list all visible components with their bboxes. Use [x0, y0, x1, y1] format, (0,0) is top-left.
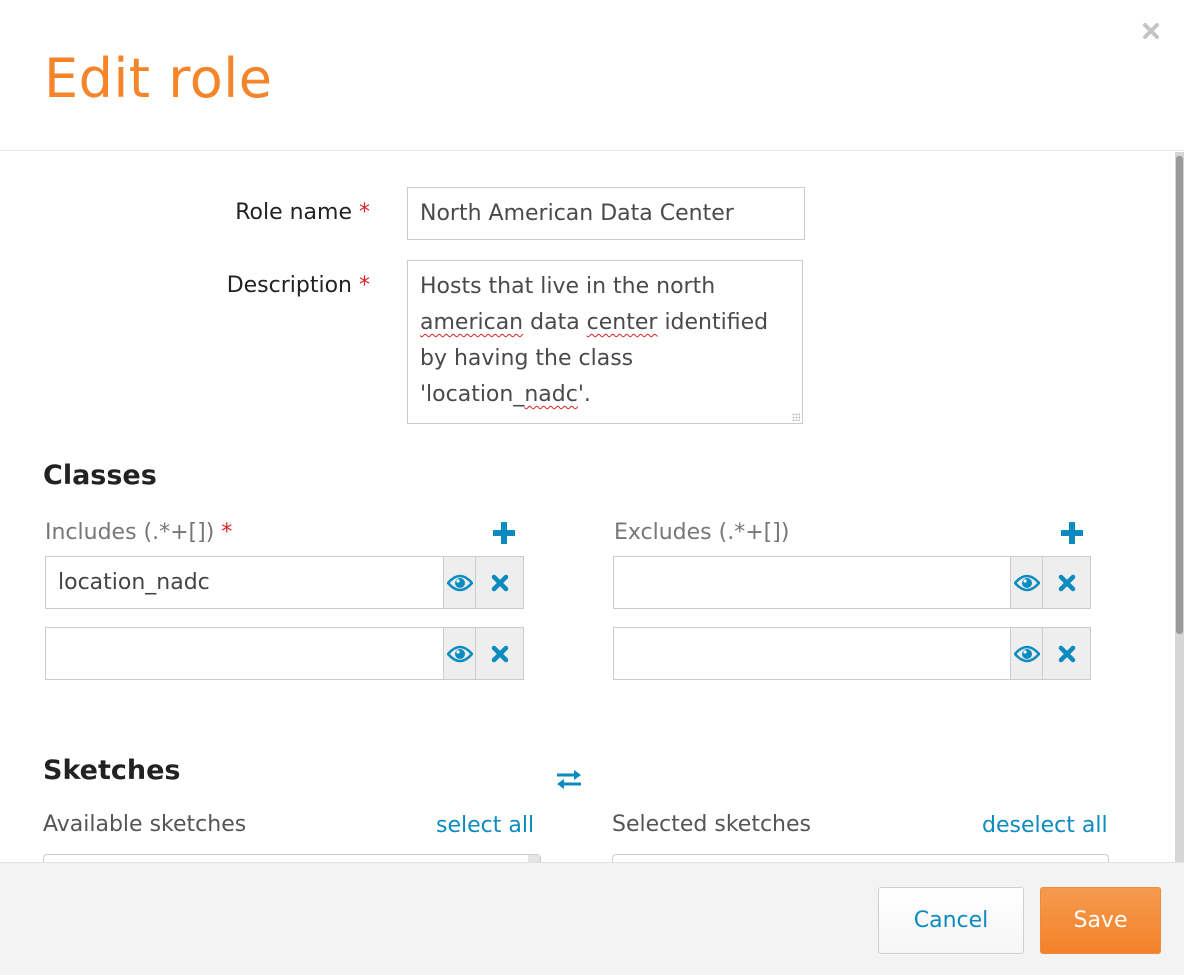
exclude-input[interactable] — [614, 557, 1010, 608]
times-icon — [491, 645, 508, 662]
add-exclude-button[interactable] — [1061, 522, 1083, 544]
eye-icon — [446, 645, 473, 662]
times-icon — [491, 574, 508, 591]
resize-handle[interactable] — [792, 413, 800, 421]
save-button[interactable]: Save — [1040, 887, 1161, 954]
description-text-part: '. — [577, 382, 591, 407]
include-input[interactable] — [46, 628, 443, 679]
available-sketches-label: Available sketches — [43, 812, 247, 837]
includes-label-text: Includes (.*+[]) — [45, 520, 215, 545]
scroll-thumb[interactable] — [1176, 156, 1183, 634]
remove-exclude-button[interactable] — [1042, 628, 1090, 679]
list-scrollbar[interactable] — [528, 855, 540, 862]
select-all-link[interactable]: select all — [436, 813, 534, 838]
add-include-button[interactable] — [493, 522, 515, 544]
view-include-button[interactable] — [443, 557, 475, 608]
cancel-button[interactable]: Cancel — [878, 887, 1024, 954]
exclude-row — [613, 556, 1091, 609]
exchange-icon — [557, 770, 581, 789]
view-exclude-button[interactable] — [1010, 628, 1042, 679]
eye-icon — [1013, 645, 1040, 662]
exclude-input[interactable] — [614, 628, 1010, 679]
include-row — [45, 627, 524, 680]
dialog-title: Edit role — [44, 47, 273, 110]
body-scrollbar[interactable] — [1175, 152, 1184, 862]
required-marker: * — [221, 520, 233, 545]
deselect-all-link[interactable]: deselect all — [982, 813, 1108, 838]
misspelled-word: american — [420, 310, 524, 335]
classes-title: Classes — [43, 460, 157, 491]
dialog-header: Edit role — [0, 0, 1184, 151]
include-input[interactable] — [46, 557, 443, 608]
role-name-label-text: Role name — [235, 200, 352, 225]
remove-exclude-button[interactable] — [1042, 557, 1090, 608]
times-icon — [1058, 645, 1075, 662]
close-button[interactable] — [1141, 21, 1161, 41]
view-exclude-button[interactable] — [1010, 557, 1042, 608]
misspelled-word: center — [586, 310, 658, 335]
selected-sketches-list[interactable] — [612, 854, 1109, 862]
required-marker: * — [359, 200, 370, 225]
exclude-row — [613, 627, 1091, 680]
description-label: Description * — [150, 273, 370, 298]
dialog-body: Role name * Description * Hosts that liv… — [0, 152, 1184, 862]
includes-label: Includes (.*+[]) * — [45, 520, 232, 545]
available-sketches-list[interactable] — [43, 854, 541, 862]
view-include-button[interactable] — [443, 628, 475, 679]
remove-include-button[interactable] — [475, 628, 523, 679]
eye-icon — [1013, 574, 1040, 591]
description-text-part: Hosts that live in the north — [420, 274, 716, 299]
swap-classes-button[interactable] — [555, 767, 583, 791]
selected-sketches-label: Selected sketches — [612, 812, 811, 837]
description-text-part: data — [523, 310, 587, 335]
excludes-label: Excludes (.*+[]) — [614, 520, 790, 545]
close-icon — [1143, 23, 1159, 39]
dialog-footer: Cancel Save — [0, 862, 1184, 975]
include-row — [45, 556, 524, 609]
role-name-input[interactable] — [407, 187, 805, 240]
description-label-text: Description — [226, 273, 352, 298]
required-marker: * — [359, 273, 370, 298]
remove-include-button[interactable] — [475, 557, 523, 608]
role-name-label: Role name * — [150, 200, 370, 225]
sketches-title: Sketches — [43, 755, 181, 786]
times-icon — [1058, 574, 1075, 591]
description-textarea[interactable]: Hosts that live in the north american da… — [407, 260, 803, 424]
misspelled-word: nadc — [524, 382, 578, 407]
eye-icon — [446, 574, 473, 591]
